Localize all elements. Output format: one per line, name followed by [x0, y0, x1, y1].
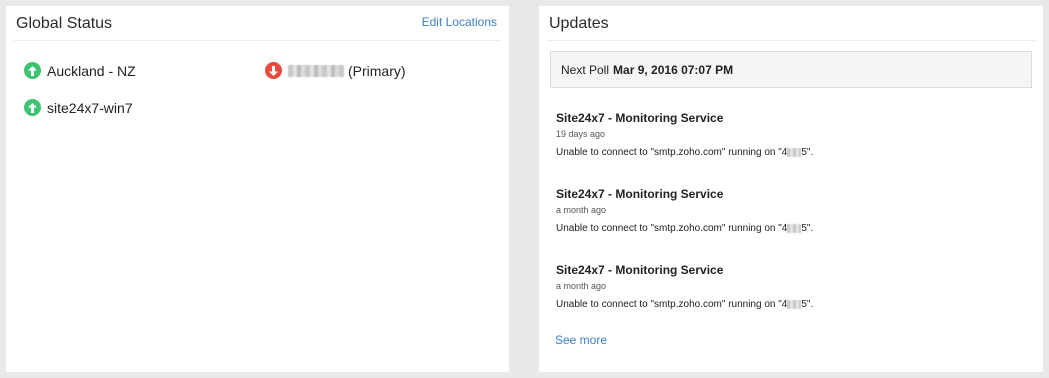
arrow-up-icon — [24, 99, 41, 116]
redacted-ip — [787, 147, 802, 157]
global-status-panel: Global Status Edit Locations Auckland - … — [6, 6, 509, 372]
location-name: site24x7-win7 — [47, 99, 133, 116]
redacted-ip — [787, 299, 802, 309]
next-poll-label: Next Poll — [561, 62, 610, 77]
update-item: Site24x7 - Monitoring Service a month ag… — [556, 263, 1031, 310]
update-message-suffix: 5". — [801, 299, 814, 310]
arrow-down-icon — [265, 62, 282, 79]
see-more-link[interactable]: See more — [555, 333, 607, 347]
global-status-header: Global Status Edit Locations — [6, 6, 509, 41]
global-status-title: Global Status — [16, 15, 113, 32]
location-auckland[interactable]: Auckland - NZ — [24, 62, 136, 79]
next-poll-box: Next Poll Mar 9, 2016 07:07 PM — [550, 51, 1032, 88]
update-item: Site24x7 - Monitoring Service a month ag… — [556, 187, 1031, 234]
redacted-ip — [787, 223, 802, 233]
arrow-up-icon — [24, 62, 41, 79]
update-message: Unable to connect to "smtp.zoho.com" run… — [556, 299, 1031, 310]
update-message-prefix: Unable to connect to "smtp.zoho.com" run… — [556, 299, 788, 310]
update-time: a month ago — [556, 281, 607, 291]
location-site24x7-win7[interactable]: site24x7-win7 — [24, 99, 133, 116]
updates-title: Updates — [549, 15, 609, 32]
update-title[interactable]: Site24x7 - Monitoring Service — [556, 111, 1031, 125]
update-message-prefix: Unable to connect to "smtp.zoho.com" run… — [556, 223, 788, 234]
update-message: Unable to connect to "smtp.zoho.com" run… — [556, 223, 1031, 234]
location-name: (Primary) — [348, 62, 406, 79]
update-message-suffix: 5". — [801, 147, 814, 158]
location-primary[interactable]: (Primary) — [265, 62, 406, 79]
update-item: Site24x7 - Monitoring Service 19 days ag… — [556, 111, 1031, 158]
redacted-location-name — [288, 64, 344, 77]
update-title[interactable]: Site24x7 - Monitoring Service — [556, 263, 1031, 277]
location-name: Auckland - NZ — [47, 62, 136, 79]
update-title[interactable]: Site24x7 - Monitoring Service — [556, 187, 1031, 201]
edit-locations-link[interactable]: Edit Locations — [422, 15, 497, 29]
updates-header: Updates — [539, 6, 1043, 41]
update-message-prefix: Unable to connect to "smtp.zoho.com" run… — [556, 147, 788, 158]
update-message: Unable to connect to "smtp.zoho.com" run… — [556, 147, 1031, 158]
update-time: a month ago — [556, 205, 607, 215]
update-time: 19 days ago — [556, 129, 606, 139]
update-message-suffix: 5". — [801, 223, 814, 234]
next-poll-value: Mar 9, 2016 07:07 PM — [613, 62, 734, 77]
updates-panel: Updates Next Poll Mar 9, 2016 07:07 PM S… — [539, 6, 1043, 372]
